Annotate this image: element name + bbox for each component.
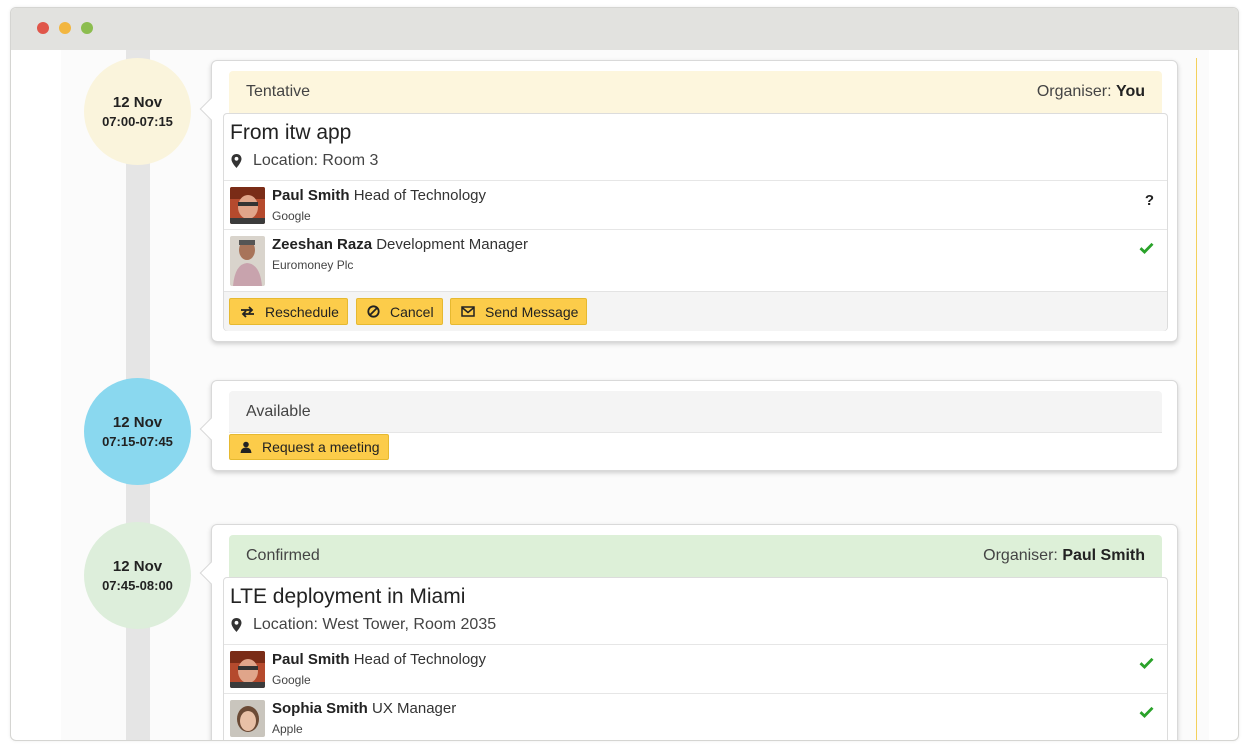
- status-label: Confirmed: [246, 547, 320, 564]
- attendee-role: UX Manager: [372, 700, 457, 717]
- attendee-name: Zeeshan Raza: [272, 236, 373, 253]
- attendee-name-role: Zeeshan Raza Development Manager: [272, 236, 528, 253]
- attendee-name: Paul Smith: [272, 187, 350, 204]
- meeting-actions: Reschedule Cancel Send Message: [224, 291, 1167, 331]
- send-message-button[interactable]: Send Message: [450, 298, 588, 325]
- title-bar: [11, 8, 1238, 50]
- avatar: [230, 651, 265, 688]
- attendee-role: Head of Technology: [353, 187, 487, 204]
- attendee-company: Euromoney Plc: [272, 258, 354, 272]
- status-label: Tentative: [246, 83, 311, 100]
- location-label: Location:: [253, 152, 318, 169]
- close-window-button[interactable]: [37, 22, 49, 34]
- status-bar-available: Available: [229, 391, 1162, 433]
- attendee-row[interactable]: Paul Smith Head of Technology Google ?: [224, 180, 1167, 229]
- check-icon: [1139, 241, 1154, 258]
- attendee-company: Google: [272, 673, 311, 687]
- schedule-timeline[interactable]: 12 Nov 07:00-07:15 Tentative Organiser: …: [19, 50, 1231, 740]
- attendee-company: Apple: [272, 722, 303, 736]
- status-bar-tentative: Tentative Organiser: You: [229, 71, 1162, 113]
- attendee-name: Paul Smith: [272, 651, 350, 668]
- meeting-card-tentative[interactable]: Tentative Organiser: You From itw app Lo…: [199, 60, 1178, 342]
- organiser: Organiser: Paul Smith: [983, 535, 1145, 577]
- organiser: Organiser: You: [1037, 71, 1145, 113]
- map-marker-icon: [231, 618, 242, 632]
- check-icon: [1139, 656, 1154, 673]
- organiser-label: Organiser:: [983, 547, 1058, 564]
- status-bar-confirmed: Confirmed Organiser: Paul Smith: [229, 535, 1162, 577]
- cancel-label: Cancel: [390, 303, 434, 320]
- attendee-row[interactable]: Sophia Smith UX Manager Apple: [224, 693, 1167, 740]
- avatar: [230, 187, 265, 224]
- slot-time: 07:45-08:00: [102, 577, 173, 593]
- location-value: Room 3: [322, 152, 379, 169]
- maximize-window-button[interactable]: [81, 22, 93, 34]
- meeting-title: LTE deployment in Miami: [230, 585, 466, 608]
- reschedule-button[interactable]: Reschedule: [229, 298, 348, 325]
- meeting-details: From itw app Location: Room 3 Paul Smith…: [223, 113, 1168, 331]
- meeting-location: Location: West Tower, Room 2035: [231, 616, 496, 634]
- question-icon: ?: [1144, 192, 1154, 209]
- slot-date: 12 Nov: [112, 93, 163, 111]
- attendee-row[interactable]: Paul Smith Head of Technology Google: [224, 644, 1167, 693]
- cancel-button[interactable]: Cancel: [356, 298, 443, 325]
- slot-time: 07:00-07:15: [102, 113, 173, 129]
- organiser-label: Organiser:: [1036, 83, 1112, 100]
- location-value: West Tower, Room 2035: [322, 616, 497, 633]
- meeting-card-confirmed[interactable]: Confirmed Organiser: Paul Smith LTE depl…: [199, 524, 1178, 740]
- avatar: [230, 236, 265, 286]
- swap-arrows-icon: [241, 305, 254, 318]
- attendee-role: Head of Technology: [353, 651, 487, 668]
- meeting-location: Location: Room 3: [231, 152, 378, 170]
- send-message-label: Send Message: [485, 303, 579, 320]
- slot-time: 07:15-07:45: [102, 433, 173, 449]
- attendee-name-role: Sophia Smith UX Manager: [272, 700, 456, 717]
- slot-date: 12 Nov: [112, 413, 163, 431]
- meeting-details: LTE deployment in Miami Location: West T…: [223, 577, 1168, 740]
- meeting-card-available[interactable]: Available Request a meeting: [199, 380, 1178, 471]
- attendee-row[interactable]: Zeeshan Raza Development Manager Euromon…: [224, 229, 1167, 291]
- attendee-name-role: Paul Smith Head of Technology: [272, 651, 486, 668]
- avatar: [230, 700, 265, 737]
- organiser-name: Paul Smith: [1062, 547, 1145, 564]
- minimize-window-button[interactable]: [59, 22, 71, 34]
- check-icon: [1139, 705, 1154, 722]
- ban-icon: [367, 305, 380, 318]
- time-circle-slot-2: 12 Nov 07:15-07:45: [84, 378, 191, 485]
- status-label: Available: [246, 403, 311, 420]
- timeline-divider: [1196, 58, 1197, 740]
- user-icon: [240, 441, 252, 453]
- organiser-name: You: [1115, 83, 1145, 100]
- reschedule-label: Reschedule: [265, 303, 339, 320]
- time-circle-slot-1: 12 Nov 07:00-07:15: [84, 58, 191, 165]
- meeting-title: From itw app: [230, 121, 352, 144]
- time-circle-slot-3: 12 Nov 07:45-08:00: [84, 522, 191, 629]
- attendee-company: Google: [272, 209, 311, 223]
- envelope-icon: [461, 306, 475, 317]
- slot-date: 12 Nov: [112, 557, 163, 575]
- attendee-name-role: Paul Smith Head of Technology: [272, 187, 486, 204]
- attendee-name: Sophia Smith: [272, 700, 368, 717]
- location-label: Location:: [253, 616, 318, 633]
- app-window: 12 Nov 07:00-07:15 Tentative Organiser: …: [10, 7, 1239, 741]
- request-meeting-button[interactable]: Request a meeting: [229, 434, 389, 460]
- request-meeting-label: Request a meeting: [262, 439, 380, 455]
- attendee-role: Development Manager: [376, 236, 528, 253]
- map-marker-icon: [231, 154, 242, 168]
